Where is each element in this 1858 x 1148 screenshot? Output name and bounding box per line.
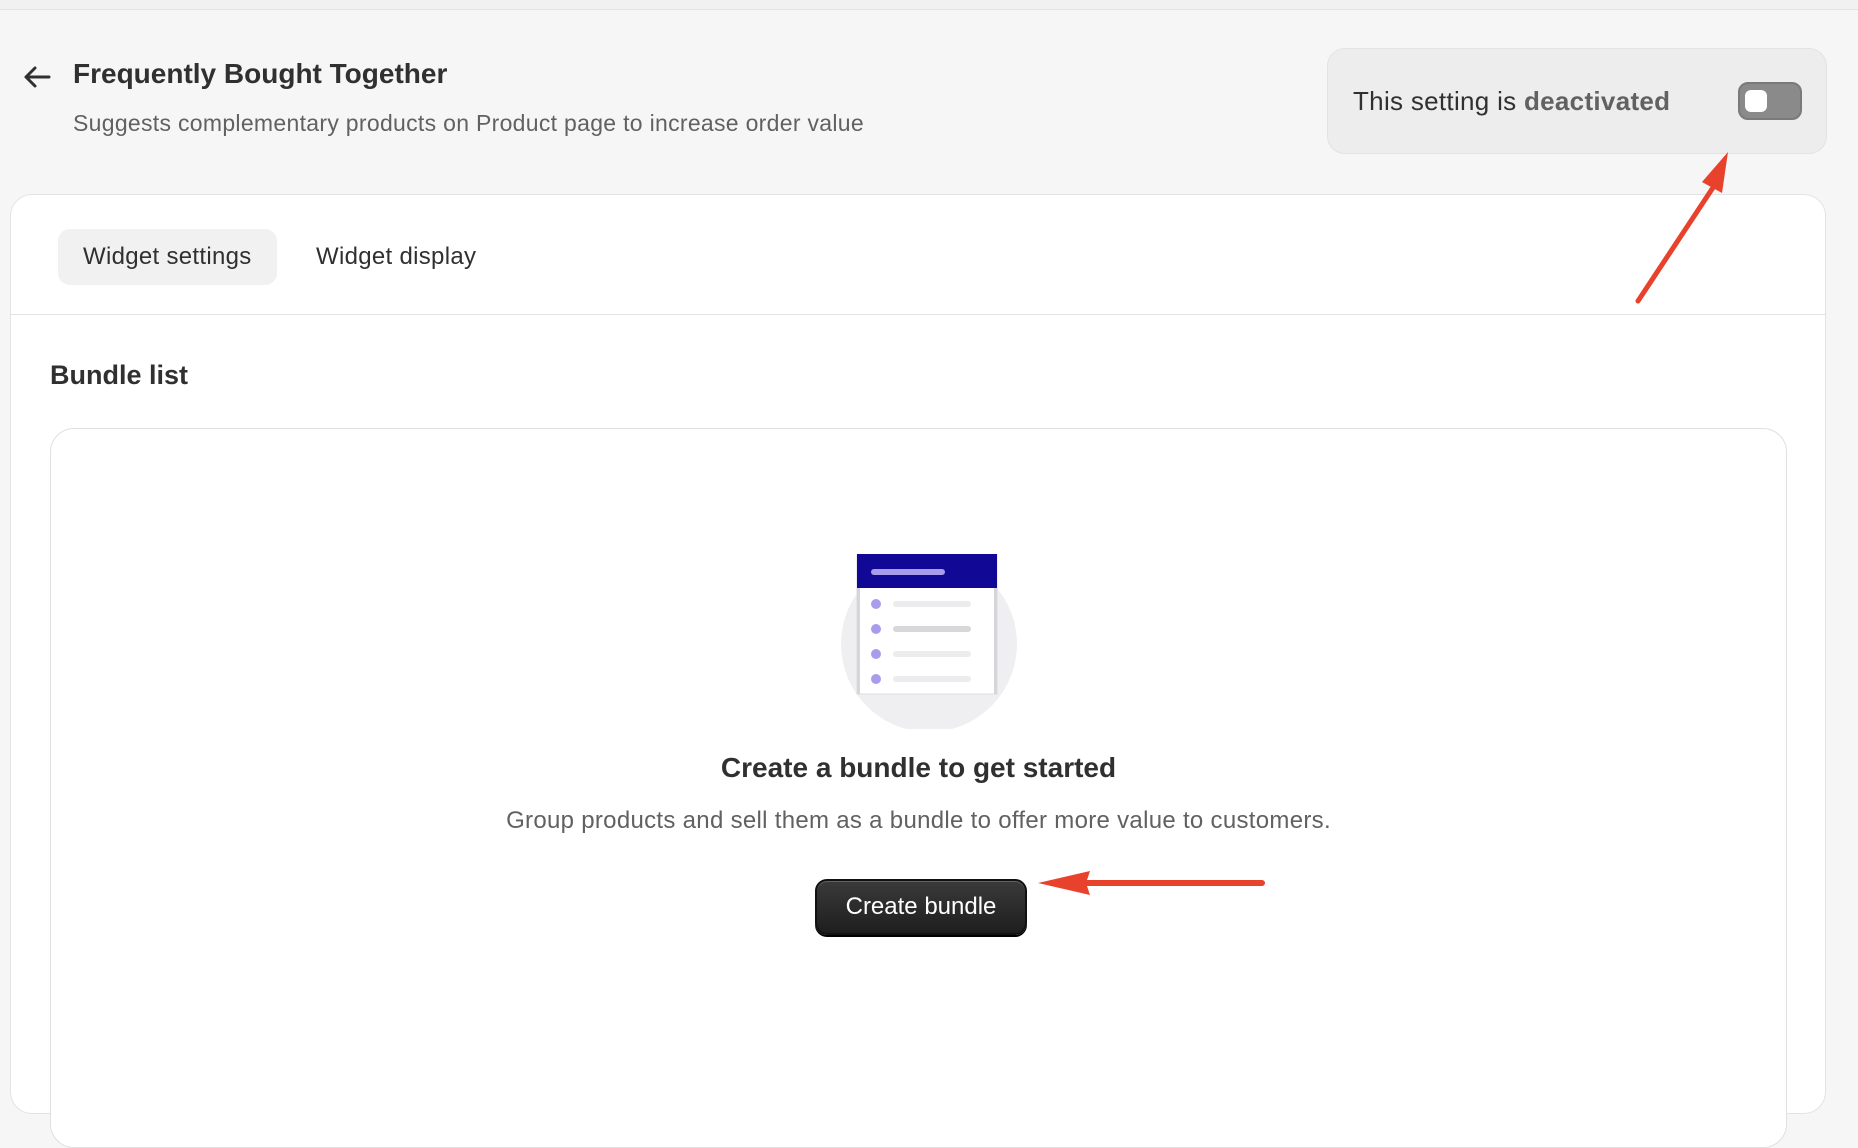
page-title: Frequently Bought Together [73,58,448,89]
activation-status-text: This setting is deactivated [1353,86,1670,117]
document-list-illustration [841,554,1017,729]
page-subtitle: Suggests complementary products on Produ… [73,110,864,136]
tab-bar: Widget settings Widget display [11,195,1825,315]
activation-toggle[interactable] [1738,82,1802,120]
arrow-left-icon [24,66,51,88]
top-strip [0,0,1858,10]
main-card: Widget settings Widget display Bundle li… [10,194,1826,1148]
bundle-list-title: Bundle list [50,360,189,390]
empty-state-description: Group products and sell them as a bundle… [506,807,1331,834]
bundle-list-empty-state: Create a bundle to get started Group pro… [50,428,1787,1148]
empty-state-heading: Create a bundle to get started [720,752,1117,783]
activation-status-card: This setting is deactivated [1327,48,1827,154]
toggle-knob [1745,90,1767,112]
back-button[interactable] [18,58,56,96]
status-prefix: This setting is [1353,86,1517,116]
status-state: deactivated [1523,86,1671,116]
tab-widget-settings[interactable]: Widget settings [58,229,277,285]
create-bundle-button[interactable]: Create bundle [815,879,1027,935]
tab-widget-display[interactable]: Widget display [291,229,501,285]
